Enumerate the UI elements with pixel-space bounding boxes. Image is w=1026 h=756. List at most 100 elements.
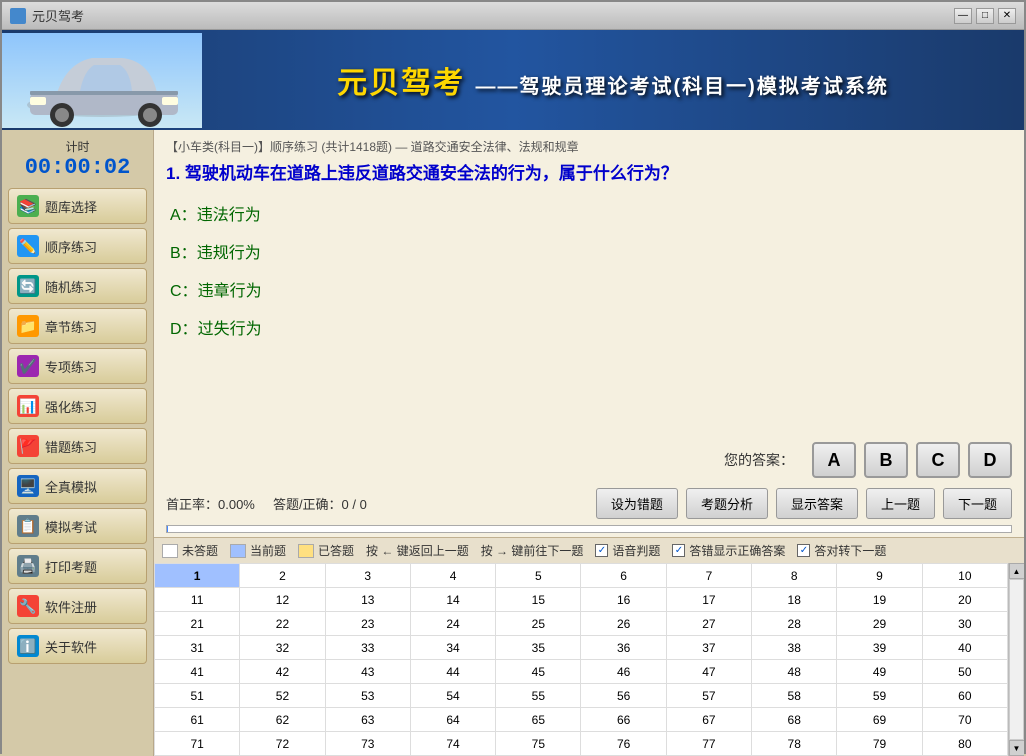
sidebar-btn-mock-exam[interactable]: 📋 模拟考试 bbox=[8, 508, 147, 544]
question-number-cell[interactable]: 58 bbox=[752, 684, 837, 708]
scrollbar[interactable]: ▲ ▼ bbox=[1008, 563, 1024, 756]
question-number-cell[interactable]: 75 bbox=[496, 732, 581, 756]
question-number-cell[interactable]: 67 bbox=[666, 708, 751, 732]
question-number-cell[interactable]: 38 bbox=[752, 636, 837, 660]
question-number-cell[interactable]: 76 bbox=[581, 732, 666, 756]
sidebar-btn-register[interactable]: 🔧 软件注册 bbox=[8, 588, 147, 624]
question-number-cell[interactable]: 29 bbox=[837, 612, 922, 636]
question-number-cell[interactable]: 44 bbox=[410, 660, 495, 684]
question-number-cell[interactable]: 6 bbox=[581, 564, 666, 588]
question-number-cell[interactable]: 43 bbox=[325, 660, 410, 684]
question-number-cell[interactable]: 18 bbox=[752, 588, 837, 612]
question-number-cell[interactable]: 40 bbox=[922, 636, 1007, 660]
question-number-cell[interactable]: 74 bbox=[410, 732, 495, 756]
question-number-cell[interactable]: 1 bbox=[155, 564, 240, 588]
sidebar-btn-about[interactable]: ℹ️ 关于软件 bbox=[8, 628, 147, 664]
minimize-button[interactable]: — bbox=[954, 8, 972, 24]
analyze-button[interactable]: 考题分析 bbox=[686, 488, 768, 519]
question-number-cell[interactable]: 79 bbox=[837, 732, 922, 756]
question-number-cell[interactable]: 47 bbox=[666, 660, 751, 684]
question-number-cell[interactable]: 10 bbox=[922, 564, 1007, 588]
question-number-cell[interactable]: 15 bbox=[496, 588, 581, 612]
question-number-cell[interactable]: 63 bbox=[325, 708, 410, 732]
question-number-cell[interactable]: 61 bbox=[155, 708, 240, 732]
question-number-cell[interactable]: 19 bbox=[837, 588, 922, 612]
answer-option-d[interactable]: D：过失行为 bbox=[166, 313, 1012, 341]
question-number-cell[interactable]: 23 bbox=[325, 612, 410, 636]
question-number-cell[interactable]: 30 bbox=[922, 612, 1007, 636]
question-number-cell[interactable]: 57 bbox=[666, 684, 751, 708]
question-number-cell[interactable]: 42 bbox=[240, 660, 325, 684]
question-number-cell[interactable]: 8 bbox=[752, 564, 837, 588]
question-number-cell[interactable]: 3 bbox=[325, 564, 410, 588]
question-number-cell[interactable]: 46 bbox=[581, 660, 666, 684]
prev-question-button[interactable]: 上一题 bbox=[866, 488, 935, 519]
question-number-cell[interactable]: 70 bbox=[922, 708, 1007, 732]
question-number-cell[interactable]: 78 bbox=[752, 732, 837, 756]
question-number-cell[interactable]: 21 bbox=[155, 612, 240, 636]
question-number-cell[interactable]: 59 bbox=[837, 684, 922, 708]
answer-option-c[interactable]: C：违章行为 bbox=[166, 275, 1012, 303]
sidebar-btn-full-simulation[interactable]: 🖥️ 全真模拟 bbox=[8, 468, 147, 504]
question-number-cell[interactable]: 39 bbox=[837, 636, 922, 660]
question-number-cell[interactable]: 7 bbox=[666, 564, 751, 588]
question-number-cell[interactable]: 60 bbox=[922, 684, 1007, 708]
auto-next-checkbox-group[interactable]: ✓ 答对转下一题 bbox=[797, 542, 886, 559]
question-number-cell[interactable]: 31 bbox=[155, 636, 240, 660]
question-number-cell[interactable]: 13 bbox=[325, 588, 410, 612]
question-number-cell[interactable]: 33 bbox=[325, 636, 410, 660]
question-number-cell[interactable]: 2 bbox=[240, 564, 325, 588]
sidebar-btn-intensive[interactable]: 📊 强化练习 bbox=[8, 388, 147, 424]
answer-btn-d[interactable]: D bbox=[968, 442, 1012, 478]
maximize-button[interactable]: □ bbox=[976, 8, 994, 24]
question-number-cell[interactable]: 65 bbox=[496, 708, 581, 732]
question-number-cell[interactable]: 32 bbox=[240, 636, 325, 660]
voice-checkbox-group[interactable]: ✓ 语音判题 bbox=[595, 542, 660, 559]
question-number-cell[interactable]: 49 bbox=[837, 660, 922, 684]
close-button[interactable]: ✕ bbox=[998, 8, 1016, 24]
question-number-cell[interactable]: 53 bbox=[325, 684, 410, 708]
question-number-cell[interactable]: 37 bbox=[666, 636, 751, 660]
question-number-cell[interactable]: 27 bbox=[666, 612, 751, 636]
sidebar-btn-special[interactable]: ✔️ 专项练习 bbox=[8, 348, 147, 384]
question-number-cell[interactable]: 35 bbox=[496, 636, 581, 660]
question-number-cell[interactable]: 17 bbox=[666, 588, 751, 612]
question-number-cell[interactable]: 77 bbox=[666, 732, 751, 756]
question-number-cell[interactable]: 66 bbox=[581, 708, 666, 732]
sidebar-btn-random[interactable]: 🔄 随机练习 bbox=[8, 268, 147, 304]
answer-btn-a[interactable]: A bbox=[812, 442, 856, 478]
question-number-cell[interactable]: 68 bbox=[752, 708, 837, 732]
sidebar-btn-question-bank[interactable]: 📚 题库选择 bbox=[8, 188, 147, 224]
question-number-cell[interactable]: 51 bbox=[155, 684, 240, 708]
question-number-cell[interactable]: 34 bbox=[410, 636, 495, 660]
show-answer-button[interactable]: 显示答案 bbox=[776, 488, 858, 519]
question-number-cell[interactable]: 73 bbox=[325, 732, 410, 756]
question-number-cell[interactable]: 26 bbox=[581, 612, 666, 636]
mark-mistake-button[interactable]: 设为错题 bbox=[596, 488, 678, 519]
question-number-cell[interactable]: 55 bbox=[496, 684, 581, 708]
question-number-cell[interactable]: 12 bbox=[240, 588, 325, 612]
question-number-cell[interactable]: 22 bbox=[240, 612, 325, 636]
next-question-button[interactable]: 下一题 bbox=[943, 488, 1012, 519]
answer-btn-c[interactable]: C bbox=[916, 442, 960, 478]
question-number-cell[interactable]: 9 bbox=[837, 564, 922, 588]
question-number-cell[interactable]: 25 bbox=[496, 612, 581, 636]
show-correct-checkbox[interactable]: ✓ bbox=[672, 544, 685, 557]
sidebar-btn-sequential[interactable]: ✏️ 顺序练习 bbox=[8, 228, 147, 264]
question-number-cell[interactable]: 24 bbox=[410, 612, 495, 636]
sidebar-btn-print[interactable]: 🖨️ 打印考题 bbox=[8, 548, 147, 584]
question-number-cell[interactable]: 50 bbox=[922, 660, 1007, 684]
question-number-cell[interactable]: 54 bbox=[410, 684, 495, 708]
question-number-cell[interactable]: 64 bbox=[410, 708, 495, 732]
question-number-cell[interactable]: 20 bbox=[922, 588, 1007, 612]
question-number-cell[interactable]: 16 bbox=[581, 588, 666, 612]
show-correct-checkbox-group[interactable]: ✓ 答错显示正确答案 bbox=[672, 542, 785, 559]
question-number-cell[interactable]: 48 bbox=[752, 660, 837, 684]
scroll-up-button[interactable]: ▲ bbox=[1009, 563, 1025, 579]
question-number-cell[interactable]: 80 bbox=[922, 732, 1007, 756]
title-bar-controls[interactable]: — □ ✕ bbox=[954, 8, 1016, 24]
question-number-cell[interactable]: 4 bbox=[410, 564, 495, 588]
sidebar-btn-chapter[interactable]: 📁 章节练习 bbox=[8, 308, 147, 344]
answer-option-b[interactable]: B：违规行为 bbox=[166, 237, 1012, 265]
question-number-cell[interactable]: 71 bbox=[155, 732, 240, 756]
